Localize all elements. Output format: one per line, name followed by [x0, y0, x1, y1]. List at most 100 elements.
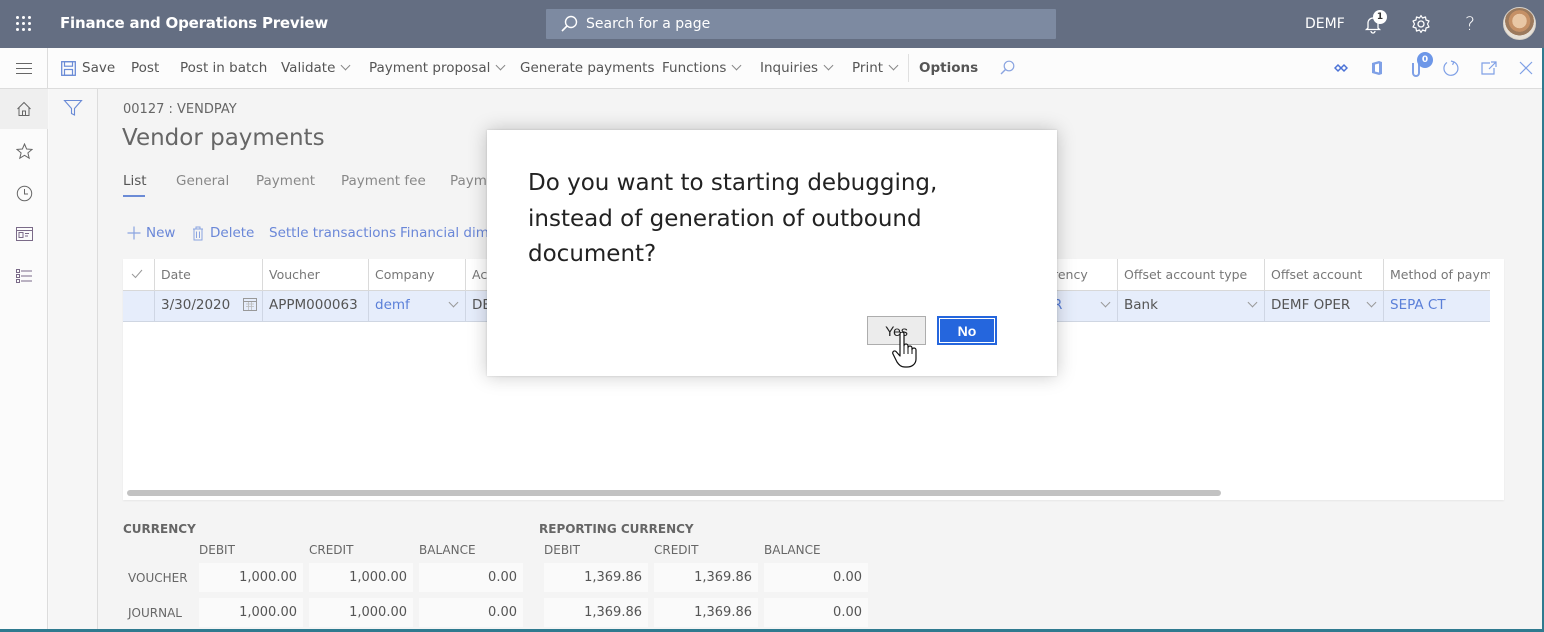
open-new-window-icon: [1481, 61, 1497, 75]
column-header-currency[interactable]: rency: [1047, 259, 1117, 291]
settings-button[interactable]: [1409, 12, 1433, 36]
company-cell[interactable]: demf: [368, 291, 465, 321]
checkmark-icon: [131, 269, 143, 279]
options-tab[interactable]: Options: [919, 60, 978, 76]
chevron-down-icon[interactable]: [1247, 297, 1258, 308]
help-button[interactable]: ?: [1458, 12, 1482, 36]
method-of-payment-cell[interactable]: SEPA CT: [1383, 291, 1490, 321]
generate-payments-button[interactable]: Generate payments: [520, 60, 655, 76]
chevron-down-icon[interactable]: [448, 297, 459, 308]
search-input[interactable]: Search for a page: [546, 9, 1056, 39]
office-icon: [1372, 61, 1382, 75]
currency-credit-header: CREDIT: [309, 543, 354, 557]
column-header-offset-account-type[interactable]: Offset account type: [1117, 259, 1264, 291]
voucher-balance-value: 0.00: [419, 563, 523, 592]
refresh-icon: [1443, 60, 1459, 76]
save-label: Save: [82, 60, 116, 76]
payment-proposal-menu[interactable]: Payment proposal: [369, 60, 506, 76]
chevron-down-icon[interactable]: [1366, 297, 1377, 308]
notification-badge: 1: [1373, 10, 1387, 24]
offset-account-cell[interactable]: DEMF OPER: [1264, 291, 1383, 321]
reporting-voucher-balance-value: 0.00: [764, 563, 868, 592]
app-title[interactable]: Finance and Operations Preview: [60, 14, 328, 32]
chevron-down-icon: [495, 60, 506, 71]
workspace-icon: [15, 227, 33, 241]
chevron-down-icon[interactable]: [1100, 297, 1111, 308]
inquiries-label: Inquiries: [760, 60, 819, 76]
list-icon: [15, 268, 32, 283]
reporting-debit-header: DEBIT: [544, 543, 580, 557]
clock-icon: [16, 185, 32, 201]
chevron-down-icon: [888, 60, 899, 71]
refresh-button[interactable]: [1440, 58, 1462, 78]
company-value: demf: [375, 297, 410, 313]
reporting-credit-header: CREDIT: [654, 543, 699, 557]
voucher-cell[interactable]: APPM000063: [262, 291, 368, 321]
currency-cell[interactable]: R: [1047, 291, 1117, 321]
delete-button[interactable]: Delete: [192, 225, 254, 241]
attachments-button[interactable]: 0: [1405, 52, 1433, 78]
nav-workspaces[interactable]: [0, 214, 48, 254]
column-header-company[interactable]: Company: [368, 259, 465, 291]
nav-favorites[interactable]: [0, 131, 48, 171]
offset-account-value: DEMF OPER: [1271, 297, 1351, 313]
filter-icon[interactable]: [63, 99, 83, 119]
active-tab-indicator: [123, 195, 145, 197]
nav-home[interactable]: [0, 89, 48, 129]
validate-label: Validate: [281, 60, 336, 76]
home-icon: [17, 101, 31, 116]
inquiries-menu[interactable]: Inquiries: [760, 60, 834, 76]
attachments-badge: 0: [1417, 52, 1433, 68]
journal-debit-value: 1,000.00: [199, 598, 303, 627]
column-header-voucher[interactable]: Voucher: [262, 259, 368, 291]
print-label: Print: [852, 60, 884, 76]
journal-row-label: JOURNAL: [128, 606, 182, 620]
connect-icon: [1334, 63, 1348, 73]
post-in-batch-button[interactable]: Post in batch: [180, 60, 267, 76]
save-button[interactable]: Save: [61, 60, 115, 76]
page-title: Vendor payments: [122, 125, 325, 151]
offset-account-type-cell[interactable]: Bank: [1117, 291, 1264, 321]
row-selector[interactable]: [123, 291, 154, 321]
tab-general[interactable]: General: [176, 173, 229, 189]
nav-modules[interactable]: [0, 256, 48, 296]
divider: [908, 54, 909, 82]
validate-menu[interactable]: Validate: [281, 60, 351, 76]
tab-list[interactable]: List: [123, 173, 147, 189]
nav-recent[interactable]: [0, 173, 48, 213]
tab-payment[interactable]: Payment: [256, 173, 315, 189]
connect-button[interactable]: [1330, 58, 1352, 78]
record-caption: 00127 : VENDPAY: [123, 102, 237, 117]
financial-dimensions-button[interactable]: Financial dime: [400, 225, 497, 241]
chevron-down-icon: [732, 60, 742, 71]
action-search-button[interactable]: [996, 58, 1018, 78]
chevron-down-icon: [823, 60, 834, 71]
calendar-icon[interactable]: [243, 298, 257, 311]
tab-payment-fee[interactable]: Payment fee: [341, 173, 426, 189]
avatar[interactable]: [1503, 7, 1536, 40]
column-header-date[interactable]: Date: [154, 259, 262, 291]
settle-transactions-button[interactable]: Settle transactions: [269, 225, 396, 241]
notifications-button[interactable]: 1: [1361, 10, 1387, 36]
company-picker[interactable]: DEMF: [1305, 16, 1345, 32]
close-button[interactable]: [1515, 58, 1537, 78]
office-button[interactable]: [1366, 58, 1388, 78]
reporting-journal-debit-value: 1,369.86: [544, 598, 648, 627]
dialog-message: Do you want to starting debugging, inste…: [528, 170, 938, 267]
new-button[interactable]: New: [127, 225, 175, 241]
post-button[interactable]: Post: [131, 60, 159, 76]
date-cell[interactable]: 3/30/2020: [154, 291, 262, 321]
select-all-checkbox[interactable]: [123, 259, 154, 291]
app-launcher-icon[interactable]: [14, 14, 34, 34]
open-new-window-button[interactable]: [1478, 58, 1500, 78]
column-header-offset-account[interactable]: Offset account: [1264, 259, 1383, 291]
no-button[interactable]: No: [937, 316, 997, 345]
functions-menu[interactable]: Functions: [662, 60, 742, 76]
payment-proposal-label: Payment proposal: [369, 60, 491, 76]
hamburger-menu-icon[interactable]: [0, 48, 48, 88]
print-menu[interactable]: Print: [852, 60, 899, 76]
hand-pointer-cursor-icon: [892, 332, 917, 368]
horizontal-scrollbar[interactable]: [127, 490, 1221, 496]
reporting-balance-header: BALANCE: [764, 543, 821, 557]
column-header-method-of-payment[interactable]: Method of paymer: [1383, 259, 1490, 291]
